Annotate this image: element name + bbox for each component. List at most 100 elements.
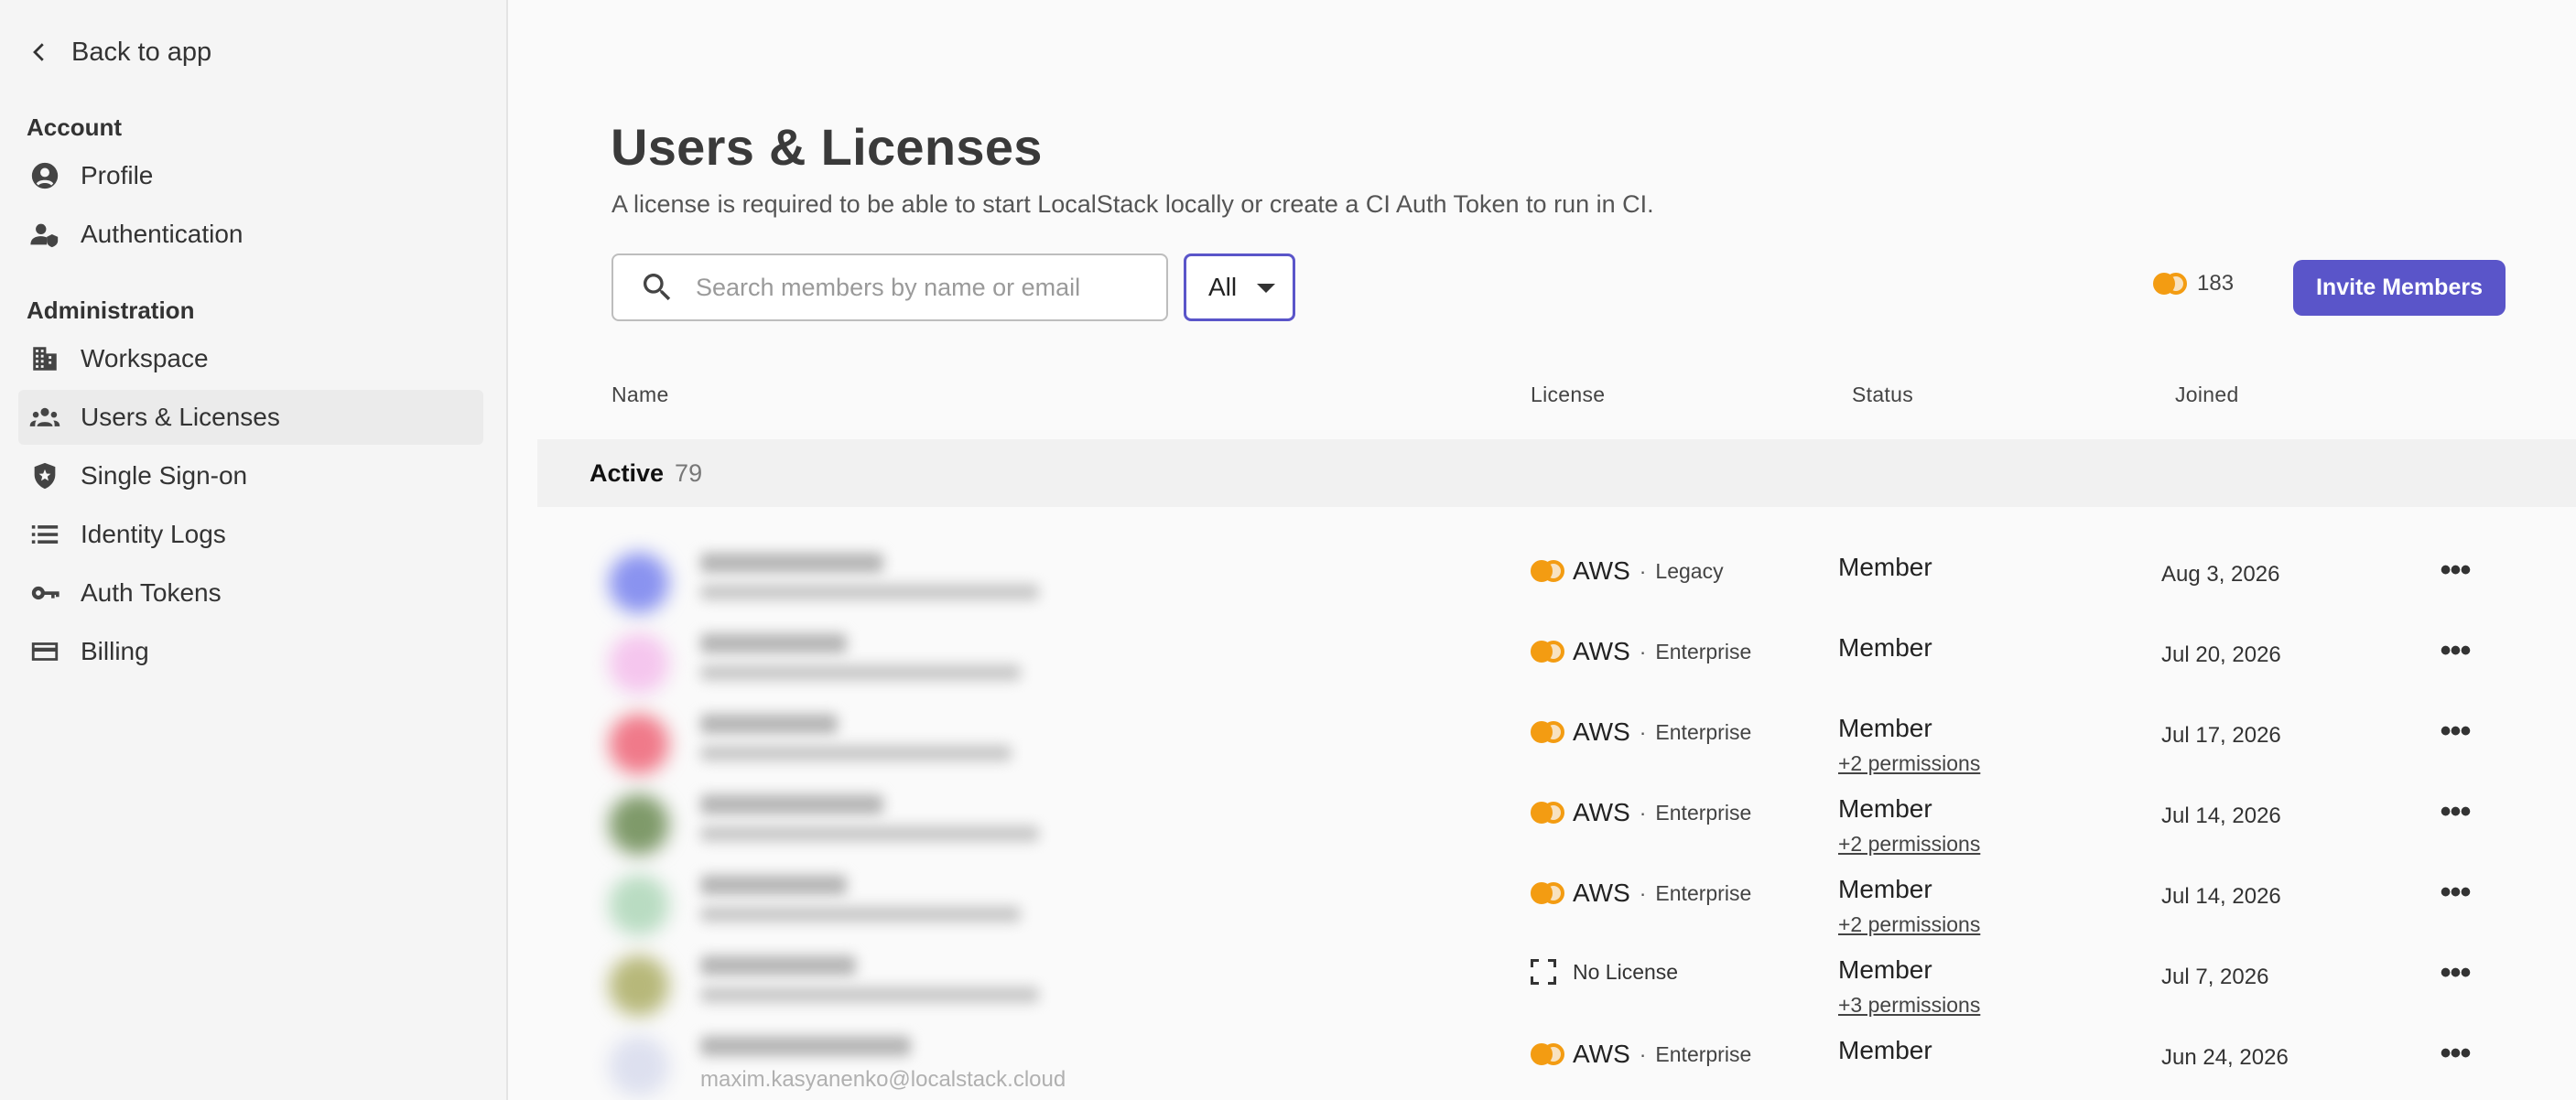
blurred-email [700,664,1021,681]
chevron-left-icon [33,43,44,61]
license-cell: AWS · Enterprise [1531,879,1751,908]
status-text: Member [1838,875,1932,903]
avatar [609,955,669,1016]
more-options-button[interactable]: ••• [2430,877,2481,915]
table-row[interactable]: AWS · Enterprise Member +2 permissions J… [510,697,2576,778]
column-header-license[interactable]: License [1531,383,1605,407]
sidebar-item-billing[interactable]: Billing [18,624,483,679]
shield-icon [27,458,62,493]
coins-icon [1531,802,1565,824]
more-options-button[interactable]: ••• [2430,716,2481,754]
license-name: No License [1573,959,1679,984]
joined-date: Jul 20, 2026 [2161,642,2281,667]
search-input[interactable] [696,273,1135,302]
sidebar: Back to app Account Profile Authenticati… [0,0,508,1100]
column-header-status[interactable]: Status [1852,383,1913,407]
separator-dot: · [1639,880,1647,905]
table-row[interactable]: No License Member +3 permissions Jul 7, … [510,939,2576,1019]
blurred-email [700,987,1039,1003]
license-cell: No License [1531,959,1678,985]
license-name: AWS [1573,1040,1630,1068]
license-name: AWS [1573,879,1630,907]
sidebar-item-auth-tokens[interactable]: Auth Tokens [18,566,483,620]
permissions-link[interactable]: +3 permissions [1838,993,1980,1018]
blurred-name [700,794,883,814]
separator-dot: · [1639,1041,1647,1066]
license-tier: Enterprise [1655,880,1752,905]
table-row[interactable]: AWS · Enterprise Member +2 permissions J… [510,858,2576,939]
filter-value: All [1208,273,1238,301]
status-text: Member [1838,794,1932,823]
column-header-name[interactable]: Name [612,383,669,407]
more-options-button[interactable]: ••• [2430,635,2481,674]
avatar [609,553,669,613]
table-row[interactable]: AWS · Enterprise Member +2 permissions J… [510,778,2576,858]
blurred-name [700,714,838,734]
blurred-name [700,955,856,976]
coins-icon [1531,882,1565,904]
search-field[interactable] [612,253,1168,321]
sidebar-item-workspace[interactable]: Workspace [18,331,483,386]
more-options-button[interactable]: ••• [2430,1038,2481,1076]
joined-date: Jul 17, 2026 [2161,723,2281,748]
license-name: AWS [1573,717,1630,746]
license-tier: Enterprise [1655,639,1752,663]
separator-dot: · [1639,558,1647,583]
page-title: Users & Licenses [611,118,1043,176]
sidebar-item-profile[interactable]: Profile [18,148,483,203]
table-row[interactable]: AWS · Legacy Member Aug 3, 2026 ••• [510,536,2576,617]
invite-members-button[interactable]: Invite Members [2293,260,2506,316]
status-text: Member [1838,1036,1932,1064]
blurred-name [700,553,883,573]
group-count: 79 [675,458,703,487]
separator-dot: · [1639,639,1647,663]
permissions-link[interactable]: +2 permissions [1838,912,1980,937]
joined-date: Aug 3, 2026 [2161,562,2280,587]
license-cell: AWS · Legacy [1531,556,1724,586]
table-row[interactable]: maxim.kasyanenko@localstack.cloud AWS · … [510,1019,2576,1100]
sidebar-item-authentication[interactable]: Authentication [18,207,483,262]
sidebar-item-label: Single Sign-on [81,461,248,490]
license-filter-select[interactable]: All [1184,253,1295,321]
credit-card-icon [27,634,62,669]
column-header-joined[interactable]: Joined [2175,383,2239,407]
sidebar-item-label: Workspace [81,344,209,372]
more-options-button[interactable]: ••• [2430,796,2481,835]
license-name: AWS [1573,798,1630,826]
list-icon [27,517,62,552]
permissions-link[interactable]: +2 permissions [1838,832,1980,857]
no-license-icon [1531,959,1556,985]
search-icon [644,274,671,301]
joined-date: Jul 14, 2026 [2161,803,2281,828]
coins-icon [1531,641,1565,663]
coins-icon [1531,1043,1565,1065]
more-options-button[interactable]: ••• [2430,555,2481,593]
permissions-link[interactable]: +2 permissions [1838,751,1980,776]
blurred-name [700,633,847,653]
sidebar-item-single-sign-on[interactable]: Single Sign-on [18,448,483,503]
blurred-name [700,1036,911,1056]
blurred-email [700,825,1039,842]
sidebar-item-label: Authentication [81,220,244,248]
page-subtitle: A license is required to be able to star… [612,190,1654,218]
account-section-title: Account [27,113,122,141]
main-content: Users & Licenses A license is required t… [510,0,2576,1100]
license-name: AWS [1573,637,1630,665]
status-text: Member [1838,553,1932,581]
back-to-app-link[interactable]: Back to app [26,31,211,73]
sidebar-item-identity-logs[interactable]: Identity Logs [18,507,483,562]
table-row[interactable]: AWS · Enterprise Member Jul 20, 2026 ••• [510,617,2576,697]
joined-date: Jul 14, 2026 [2161,884,2281,909]
avatar [609,714,669,774]
license-cell: AWS · Enterprise [1531,637,1751,666]
group-label: Active [590,458,665,487]
license-tier: Enterprise [1655,1041,1752,1066]
sidebar-item-label: Auth Tokens [81,578,222,607]
license-tier: Legacy [1655,558,1724,583]
status-text: Member [1838,714,1932,742]
sidebar-item-label: Identity Logs [81,520,226,548]
blurred-email [700,906,1021,922]
more-options-button[interactable]: ••• [2430,957,2481,996]
administration-section-title: Administration [27,297,195,324]
sidebar-item-users-licenses[interactable]: Users & Licenses [18,390,483,445]
